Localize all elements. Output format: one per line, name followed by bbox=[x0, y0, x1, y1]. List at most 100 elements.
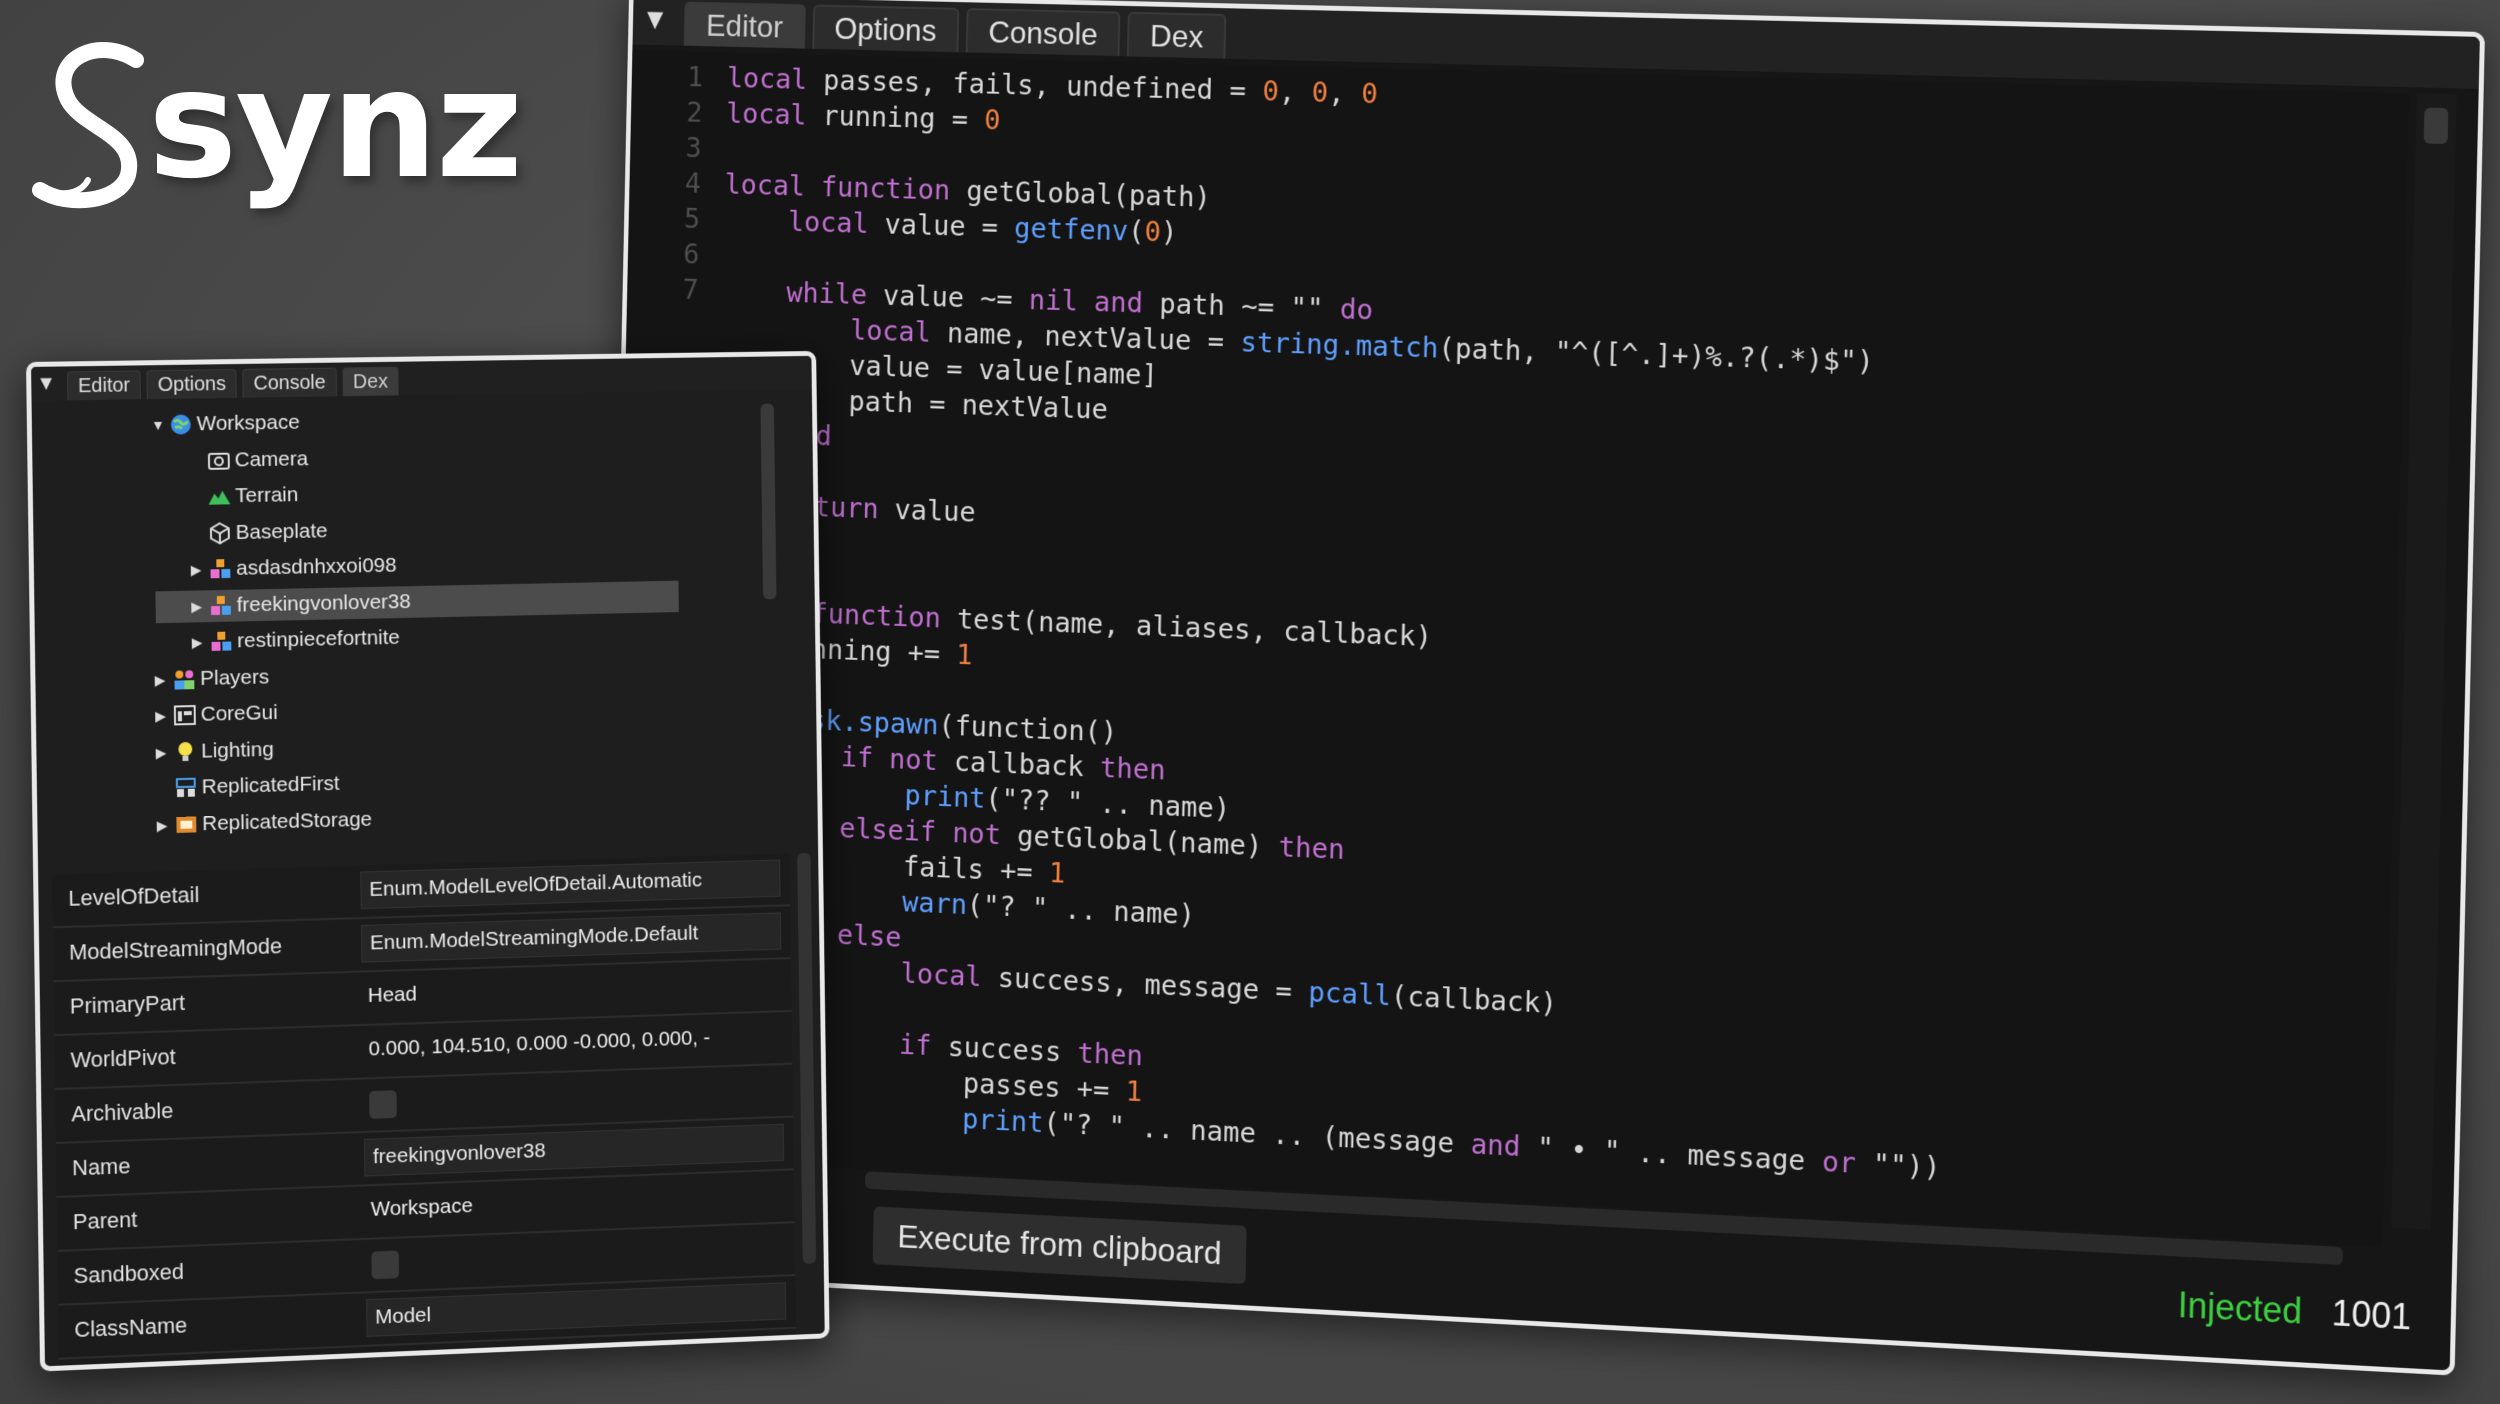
expand-arrow-right-icon[interactable]: ▶ bbox=[155, 700, 173, 732]
line-number bbox=[626, 332, 721, 335]
code-token: if not bbox=[840, 740, 955, 778]
property-value-field[interactable]: Enum.ModelStreamingMode.Default bbox=[360, 912, 782, 963]
model-icon bbox=[208, 557, 232, 581]
code-token: value ~= bbox=[882, 278, 1030, 316]
code-token: ("? " .. name) bbox=[966, 888, 1196, 932]
code-token: 0 bbox=[1144, 214, 1162, 249]
tree-item-label: asdasdnhxxoi098 bbox=[236, 553, 397, 580]
property-value-field[interactable]: Enum.ModelLevelOfDetail.Automatic bbox=[360, 859, 781, 910]
code-token: 0 bbox=[983, 103, 1001, 137]
tree-item-label: CoreGui bbox=[200, 701, 278, 726]
tree-item-terrain[interactable]: Terrain bbox=[190, 479, 299, 513]
tree-item-label: freekingvonlover38 bbox=[236, 589, 411, 617]
tab-console[interactable]: Console bbox=[242, 367, 337, 398]
property-label: Archivable bbox=[71, 1097, 174, 1127]
replicated-storage-icon bbox=[174, 812, 198, 837]
code-token: test(name, aliases, callback) bbox=[956, 602, 1433, 653]
tab-editor[interactable]: Editor bbox=[66, 370, 142, 401]
tab-dex[interactable]: Dex bbox=[1127, 11, 1227, 59]
model-icon bbox=[209, 594, 233, 618]
tree-item-label: Camera bbox=[234, 446, 309, 471]
code-token: nil and bbox=[1028, 282, 1160, 320]
expand-arrow-right-icon[interactable]: ▶ bbox=[191, 554, 209, 586]
tree-item-asdasdnhxxoi098[interactable]: ▶ asdasdnhxxoi098 bbox=[191, 550, 397, 586]
code-token: else bbox=[836, 917, 919, 955]
dropdown-menu-icon[interactable]: ▼ bbox=[31, 367, 61, 401]
code-token: callback bbox=[953, 744, 1101, 784]
tab-options[interactable]: Options bbox=[811, 4, 960, 53]
players-icon bbox=[172, 667, 196, 691]
expand-arrow-right-icon[interactable]: ▶ bbox=[154, 664, 172, 696]
code-token: print bbox=[961, 1102, 1044, 1139]
code-token: local bbox=[787, 204, 886, 241]
tree-item-freekingvonlover38[interactable]: ▶ freekingvonlover38 bbox=[155, 580, 679, 623]
code-line[interactable]: 6 bbox=[628, 235, 724, 272]
explorer-tree: ▼ Workspace Camera Terrain Baseplate ▶ asdasdn… bbox=[31, 393, 819, 870]
dropdown-menu-icon[interactable]: ▼ bbox=[633, 0, 678, 45]
lightbulb-icon bbox=[173, 740, 197, 764]
code-token: then bbox=[1099, 750, 1183, 787]
code-token: then bbox=[1278, 829, 1362, 867]
synz-s-mark-icon bbox=[32, 42, 144, 209]
tree-item-players[interactable]: ▶ Players bbox=[154, 661, 269, 695]
code-token: success bbox=[947, 1029, 1078, 1069]
code-token: (path, "^([^.]+)%.?(.*)$") bbox=[1438, 331, 1875, 378]
expand-arrow-down-icon[interactable]: ▼ bbox=[151, 409, 169, 441]
code-token: and bbox=[1470, 1127, 1538, 1164]
tree-item-baseplate[interactable]: Baseplate bbox=[190, 515, 328, 549]
tree-item-restinpiecefortnite[interactable]: ▶ restinpiecefortnite bbox=[192, 622, 400, 658]
code-token: 0 bbox=[1360, 76, 1379, 111]
code-token: 0 bbox=[1311, 75, 1329, 109]
tree-item-replicatedstorage[interactable]: ▶ ReplicatedStorage bbox=[156, 803, 373, 841]
tree-item-lighting[interactable]: ▶ Lighting bbox=[155, 733, 274, 768]
injected-status: Injected bbox=[2177, 1284, 2303, 1332]
tree-item-label: Players bbox=[200, 665, 270, 690]
code-token: value bbox=[894, 492, 976, 529]
tree-item-label: ReplicatedFirst bbox=[201, 771, 340, 799]
line-number: 5 bbox=[683, 201, 701, 235]
tree-item-label: Lighting bbox=[201, 737, 274, 763]
tree-item-camera[interactable]: Camera bbox=[189, 443, 308, 477]
property-value-field[interactable]: freekingvonlover38 bbox=[363, 1123, 785, 1177]
code-token: running = bbox=[822, 98, 985, 136]
code-token: 1 bbox=[1048, 855, 1066, 890]
tree-item-label: ReplicatedStorage bbox=[202, 807, 373, 835]
line-number: 3 bbox=[685, 130, 703, 164]
tree-item-workspace[interactable]: ▼ Workspace bbox=[151, 407, 300, 441]
property-label: PrimaryPart bbox=[69, 990, 186, 1019]
scrollbar-thumb[interactable] bbox=[2423, 107, 2449, 145]
code-token: 1 bbox=[955, 637, 973, 672]
execute-from-clipboard-button[interactable]: Execute from clipboard bbox=[872, 1206, 1247, 1285]
property-checkbox[interactable] bbox=[369, 1090, 397, 1119]
tab-console[interactable]: Console bbox=[965, 8, 1121, 57]
code-token: , bbox=[1327, 75, 1362, 110]
expand-arrow-right-icon[interactable]: ▶ bbox=[155, 736, 173, 768]
tab-options[interactable]: Options bbox=[146, 368, 237, 400]
tree-item-coregui[interactable]: ▶ CoreGui bbox=[155, 697, 278, 732]
tab-editor[interactable]: Editor bbox=[683, 1, 806, 49]
code-editor[interactable]: 1 local passes, fails, undefined = 0, 0, … bbox=[608, 50, 2409, 1248]
property-value-field[interactable]: Model bbox=[366, 1282, 787, 1337]
code-token: (function() bbox=[938, 708, 1118, 749]
coregui-icon bbox=[173, 703, 197, 727]
tab-dex[interactable]: Dex bbox=[342, 366, 399, 397]
property-checkbox[interactable] bbox=[371, 1250, 400, 1280]
line-number: 4 bbox=[684, 166, 702, 200]
editor-window: ▼ Editor Options Console Dex 1 local pass… bbox=[601, 0, 2485, 1376]
expand-arrow-right-icon[interactable]: ▶ bbox=[192, 627, 210, 659]
expand-arrow-right-icon[interactable]: ▶ bbox=[156, 809, 174, 841]
line-number: 6 bbox=[683, 237, 700, 271]
code-line[interactable]: 3 bbox=[630, 129, 726, 166]
code-token: pcall bbox=[1308, 975, 1392, 1013]
tree-item-replicatedfirst[interactable]: ReplicatedFirst bbox=[156, 768, 340, 805]
explorer-scrollbar[interactable] bbox=[760, 403, 777, 600]
code-token: " • " .. message bbox=[1536, 1130, 1823, 1178]
code-token: getfenv bbox=[1013, 211, 1129, 248]
synz-logo: synz bbox=[28, 40, 548, 210]
expand-arrow-right-icon[interactable]: ▶ bbox=[191, 590, 209, 622]
properties-scrollbar[interactable] bbox=[797, 852, 817, 1264]
code-token: value = bbox=[884, 207, 1015, 244]
code-token: ("? " .. name .. (message bbox=[1043, 1106, 1471, 1161]
